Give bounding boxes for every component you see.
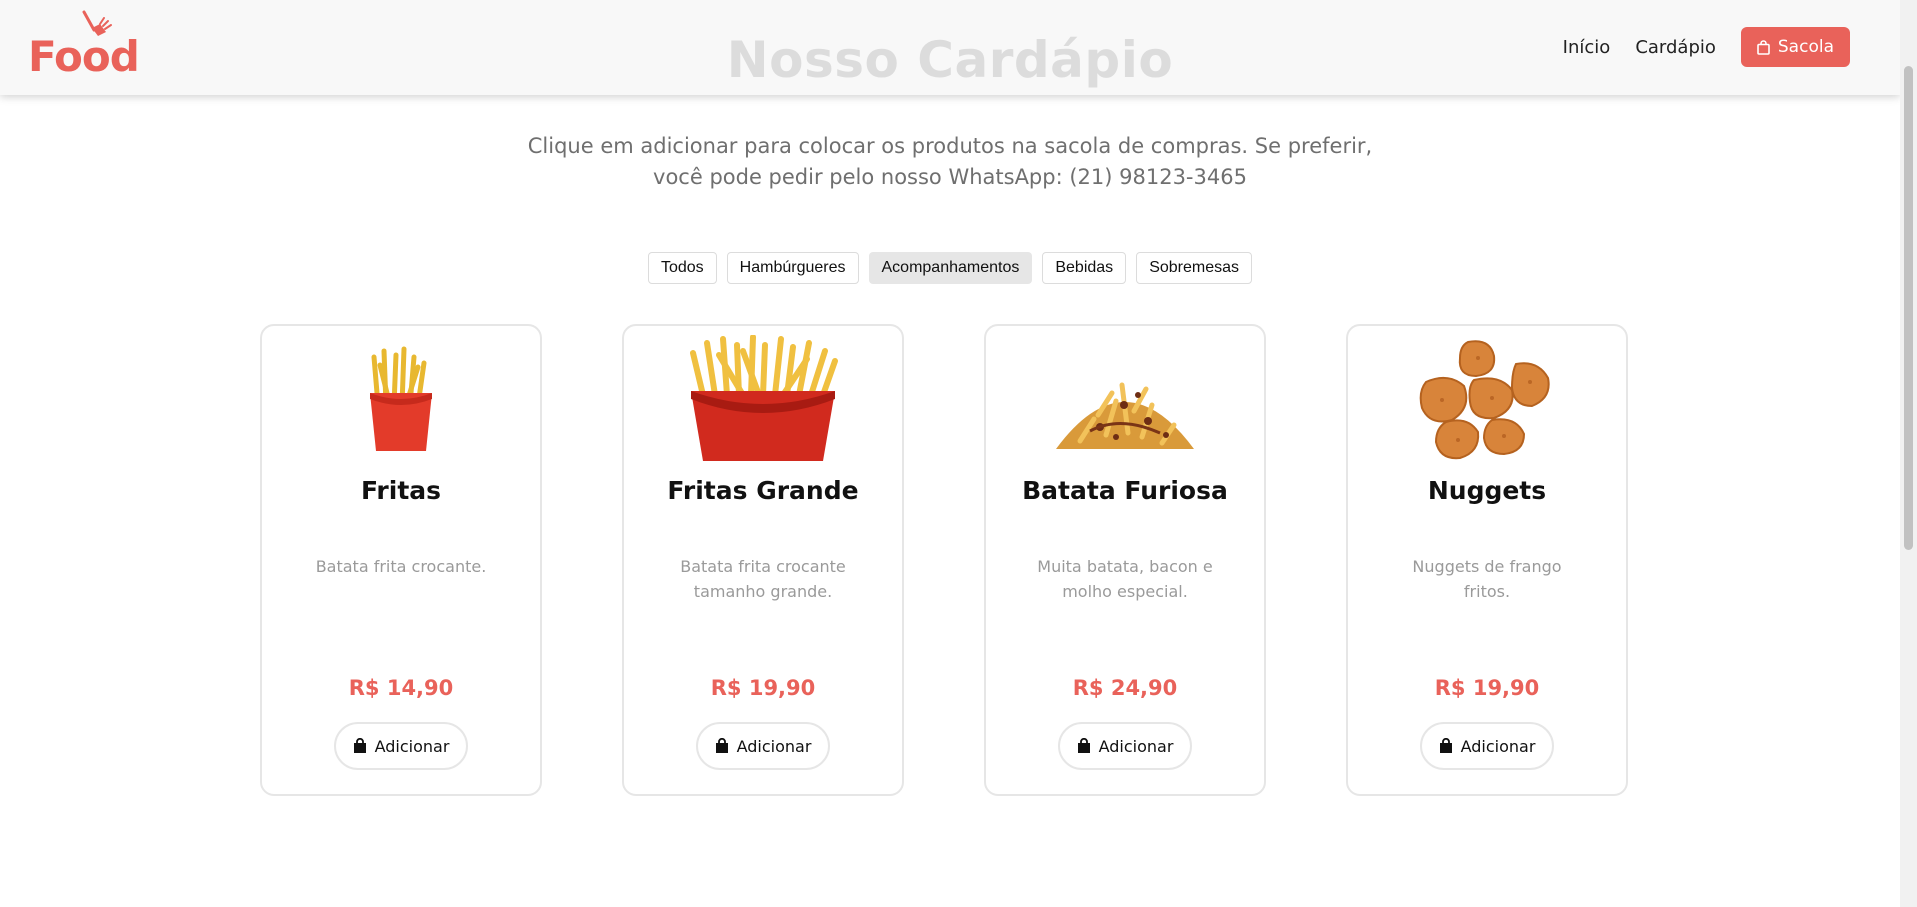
add-to-bag-button[interactable]: Adicionar (696, 722, 830, 770)
product-name: Fritas Grande (667, 476, 859, 505)
product-name: Nuggets (1427, 476, 1547, 505)
shopping-bag-icon (1757, 39, 1770, 55)
product-name: Fritas (360, 476, 442, 505)
intro-text: Clique em adicionar para colocar os prod… (0, 131, 1900, 193)
product-price: R$ 19,90 (710, 676, 816, 700)
intro-line-2: você pode pedir pelo nosso WhatsApp: (21… (653, 165, 1247, 189)
add-button-label: Adicionar (1098, 736, 1174, 756)
shopping-bag-icon (1439, 738, 1452, 753)
product-card: Nuggets Nuggets de frango fritos. R$ 19,… (1346, 324, 1628, 796)
product-price: R$ 19,90 (1434, 676, 1540, 700)
shopping-bag-icon (715, 738, 728, 753)
add-to-bag-button[interactable]: Adicionar (1058, 722, 1192, 770)
bag-button[interactable]: Sacola (1740, 27, 1850, 67)
product-price: R$ 14,90 (348, 676, 454, 700)
product-card: Batata Furiosa Muita batata, bacon e mol… (984, 324, 1266, 796)
shopping-bag-icon (1077, 738, 1090, 753)
category-filters: Todos Hambúrgueres Acompanhamentos Bebid… (0, 252, 1900, 284)
filter-hamburgueres[interactable]: Hambúrgueres (726, 252, 859, 284)
product-description: Nuggets de frango fritos. (1412, 557, 1562, 601)
nav-link-home[interactable]: Início (1563, 37, 1611, 58)
small-fries-image (262, 336, 540, 464)
product-grid: Fritas Batata frita crocante. R$ 14,90 A… (260, 324, 1628, 796)
intro-line-1: Clique em adicionar para colocar os prod… (527, 134, 1373, 158)
product-card: Fritas Grande Batata frita crocante tama… (622, 324, 904, 796)
nav-link-menu[interactable]: Cardápio (1635, 37, 1716, 58)
shopping-bag-icon (353, 738, 366, 753)
product-price: R$ 24,90 (1072, 676, 1178, 700)
product-name: Batata Furiosa (1022, 476, 1228, 505)
main-nav: Início Cardápio Sacola (1563, 27, 1850, 67)
large-fries-image (624, 335, 902, 464)
product-description: Batata frita crocante tamanho grande. (680, 557, 846, 601)
site-header: Food Nosso Cardápio Início Cardápio Saco… (0, 0, 1900, 95)
product-card: Fritas Batata frita crocante. R$ 14,90 A… (260, 324, 542, 796)
filter-sobremesas[interactable]: Sobremesas (1136, 252, 1253, 284)
scrollbar-thumb[interactable] (1904, 66, 1913, 550)
product-description: Batata frita crocante. (315, 557, 487, 576)
add-to-bag-button[interactable]: Adicionar (334, 722, 468, 770)
bag-button-label: Sacola (1777, 37, 1834, 57)
filter-bebidas[interactable]: Bebidas (1042, 252, 1127, 284)
add-button-label: Adicionar (1460, 736, 1536, 756)
product-description: Muita batata, bacon e molho especial. (1037, 557, 1213, 601)
add-to-bag-button[interactable]: Adicionar (1420, 722, 1554, 770)
filter-acompanhamentos[interactable]: Acompanhamentos (868, 252, 1033, 284)
loaded-fries-image (986, 336, 1264, 464)
add-button-label: Adicionar (374, 736, 450, 756)
filter-todos[interactable]: Todos (647, 252, 717, 284)
page-scrollbar[interactable] (1900, 0, 1917, 907)
add-button-label: Adicionar (736, 736, 812, 756)
nuggets-image (1348, 336, 1626, 464)
